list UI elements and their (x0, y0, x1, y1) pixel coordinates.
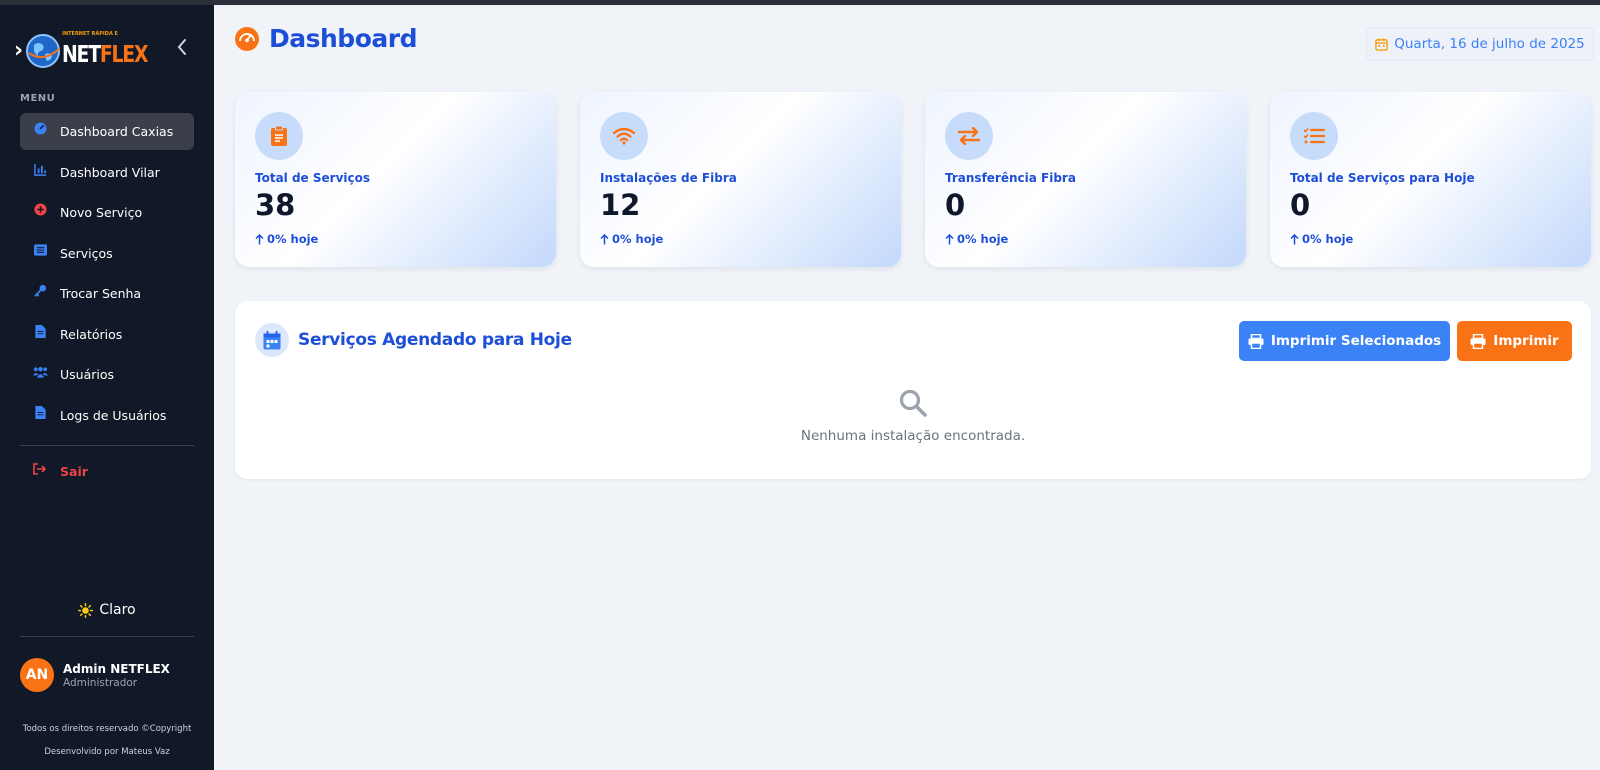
sidebar-item-label: Usuários (60, 367, 115, 382)
page-title: Dashboard (269, 24, 417, 53)
stat-card-delta: 0% hoje (255, 232, 318, 246)
logout-label: Sair (60, 463, 88, 479)
sun-icon (78, 602, 94, 618)
stat-card-title: Instalações de Fibra (600, 171, 737, 185)
collapse-sidebar-button[interactable] (172, 35, 192, 59)
chevron-left-icon (177, 39, 186, 55)
current-date: Quarta, 16 de julho de 2025 (1394, 36, 1585, 52)
panel-header: Serviços Agendado para Hoje (255, 323, 572, 357)
print-selected-label: Imprimir Selecionados (1270, 333, 1442, 349)
sidebar-item-dashboard-caxias[interactable]: Dashboard Caxias (20, 113, 194, 150)
menu-title: MENU (20, 93, 56, 104)
sidebar-item-label: Trocar Senha (60, 286, 142, 301)
sidebar-item-label: Dashboard Vilar (60, 164, 160, 180)
user-profile[interactable]: AN Admin NETFLEX Administrador (20, 658, 170, 692)
print-label: Imprimir (1493, 333, 1559, 349)
arrow-up-icon (600, 233, 609, 244)
sidebar-item-dashboard-vilar[interactable]: Dashboard Vilar (20, 154, 194, 191)
brand-name: NETFLEX (62, 42, 148, 68)
checklist-icon (1290, 112, 1338, 160)
stat-card-total-servicos[interactable]: Total de Serviços 38 0% hoje (235, 92, 556, 267)
calendar-icon (1375, 37, 1389, 51)
logout-button[interactable]: Sair (20, 454, 194, 488)
sidebar-item-servicos[interactable]: Serviços (20, 235, 194, 272)
sidebar-item-novo-servico[interactable]: Novo Serviço (20, 194, 194, 231)
user-role: Administrador (63, 676, 138, 689)
theme-toggle[interactable]: Claro (0, 602, 214, 618)
sidebar-item-label: Serviços (60, 245, 113, 261)
clipboard-icon (255, 112, 303, 160)
printer-icon (1248, 333, 1264, 349)
stat-card-delta: 0% hoje (1290, 232, 1353, 246)
speedometer-icon (235, 26, 259, 51)
date-badge: Quarta, 16 de julho de 2025 (1366, 27, 1594, 61)
arrow-up-icon (255, 233, 264, 244)
file-icon (32, 323, 48, 339)
key-icon (32, 283, 48, 299)
calendar-icon (255, 323, 289, 357)
stat-card-delta: 0% hoje (600, 232, 663, 246)
developer-credit: Desenvolvido por Mateus Vaz (44, 747, 170, 757)
chevron-right-icon: › (14, 38, 24, 63)
print-selected-button[interactable]: Imprimir Selecionados (1239, 321, 1450, 361)
sidebar: › INTERNET RÁPIDA E NETFLEX MENU Dashboa… (0, 5, 214, 770)
window-top-bar (0, 0, 1600, 5)
transfer-icon (945, 112, 993, 160)
avatar: AN (20, 658, 54, 692)
user-name: Admin NETFLEX (63, 661, 170, 676)
wifi-icon (600, 112, 648, 160)
sidebar-item-label: Logs de Usuários (60, 407, 167, 423)
arrow-up-icon (945, 233, 954, 244)
stat-card-instalacoes-fibra[interactable]: Instalações de Fibra 12 0% hoje (580, 92, 901, 267)
sidebar-item-trocar-senha[interactable]: Trocar Senha (20, 275, 194, 312)
stat-card-servicos-hoje[interactable]: Total de Serviços para Hoje 0 0% hoje (1270, 92, 1591, 267)
sidebar-item-relatorios[interactable]: Relatórios (20, 316, 194, 353)
globe-icon (26, 34, 61, 68)
sidebar-menu: Dashboard Caxias Dashboard Vilar Novo Se… (20, 113, 194, 437)
menu-divider (20, 445, 194, 446)
printer-icon (1470, 333, 1486, 349)
arrow-up-icon (1290, 233, 1299, 244)
file-log-icon (32, 404, 48, 420)
stat-card-value: 38 (255, 188, 296, 222)
gauge-icon (32, 121, 48, 137)
search-icon (899, 389, 927, 417)
stat-card-title: Total de Serviços (255, 171, 371, 185)
main-content: Dashboard Quarta, 16 de julho de 2025 To… (214, 5, 1600, 770)
sidebar-divider (20, 636, 194, 637)
stat-card-value: 0 (1290, 188, 1311, 222)
stat-card-value: 12 (600, 188, 641, 222)
sidebar-item-usuarios[interactable]: Usuários (20, 356, 194, 393)
panel-title: Serviços Agendado para Hoje (298, 330, 572, 350)
empty-state: Nenhuma instalação encontrada. (235, 388, 1591, 444)
sidebar-item-label: Novo Serviço (60, 205, 143, 220)
empty-state-text: Nenhuma instalação encontrada. (800, 428, 1026, 444)
stat-card-title: Transferência Fibra (945, 171, 1076, 185)
sidebar-item-label: Dashboard Caxias (60, 124, 174, 139)
copyright-line: Todos os direitos reservado ©Copyright (22, 724, 192, 734)
copyright: Todos os direitos reservado ©Copyright D… (0, 718, 214, 764)
brand-logo[interactable]: › INTERNET RÁPIDA E NETFLEX (14, 31, 166, 71)
stat-card-value: 0 (945, 188, 966, 222)
stat-card-title: Total de Serviços para Hoje (1290, 171, 1475, 185)
page-header: Dashboard (234, 24, 417, 53)
stat-card-delta: 0% hoje (945, 232, 1008, 246)
theme-label: Claro (99, 602, 136, 618)
print-button[interactable]: Imprimir (1457, 321, 1572, 361)
plus-circle-icon (32, 202, 48, 218)
list-icon (32, 242, 48, 258)
scheduled-services-panel: Serviços Agendado para Hoje Imprimir Sel… (235, 301, 1591, 479)
sidebar-item-label: Relatórios (60, 326, 123, 342)
brand-tagline: INTERNET RÁPIDA E (62, 31, 118, 37)
logout-icon (32, 461, 48, 477)
bar-chart-icon (32, 161, 48, 177)
users-icon (32, 364, 48, 380)
stat-card-transferencia-fibra[interactable]: Transferência Fibra 0 0% hoje (925, 92, 1246, 267)
sidebar-item-logs-de-usuarios[interactable]: Logs de Usuários (20, 397, 194, 434)
